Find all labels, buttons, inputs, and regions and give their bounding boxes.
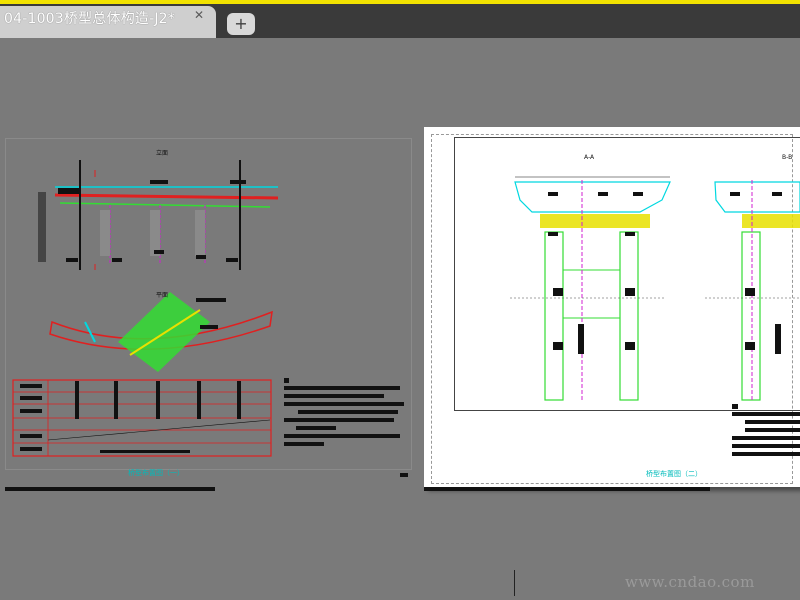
right-sheet-baseline <box>424 487 710 491</box>
right-notes <box>732 404 800 456</box>
section-b-title: B-B <box>782 154 793 161</box>
watermark-text: www.cndao.com <box>625 573 755 591</box>
section-a <box>510 176 671 401</box>
crosshair-cursor <box>514 570 515 596</box>
section-a-title: A-A <box>584 154 595 161</box>
cross-sections <box>510 176 800 456</box>
section-b <box>705 180 800 401</box>
